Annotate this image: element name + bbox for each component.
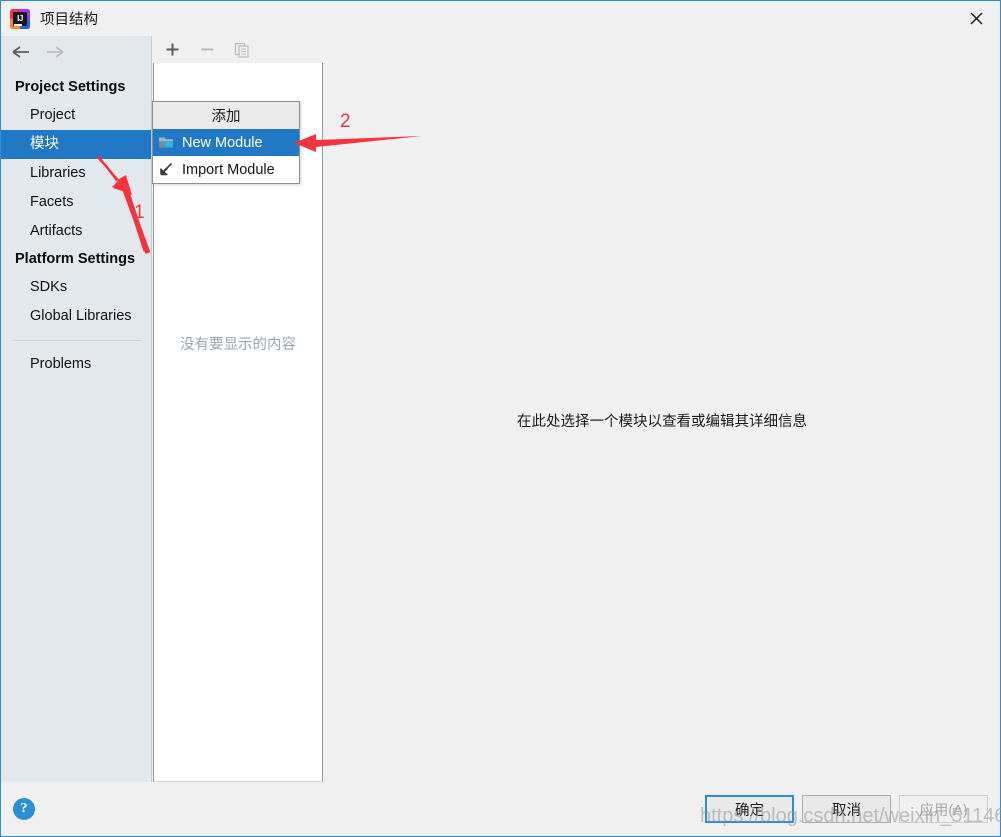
menu-item-label: Import Module xyxy=(182,161,275,178)
help-icon[interactable]: ? xyxy=(13,798,35,820)
sidebar-item-global-libraries[interactable]: Global Libraries xyxy=(1,302,151,331)
apply-button: 应用(A) xyxy=(899,795,988,823)
cancel-button[interactable]: 取消 xyxy=(802,795,891,823)
dialog-footer: ? 确定 取消 应用(A) xyxy=(1,782,1000,836)
empty-state-message: 没有要显示的内容 xyxy=(180,337,296,353)
page-title: 项目结构 xyxy=(40,12,98,28)
title-bar: IJ 项目结构 xyxy=(1,1,1000,36)
intellij-idea-logo-icon: IJ xyxy=(10,8,30,29)
detail-placeholder-text: 在此处选择一个模块以查看或编辑其详细信息 xyxy=(517,414,807,430)
project-structure-dialog: IJ 项目结构 Project Settings Project 模块 Libr… xyxy=(0,0,1001,837)
settings-tree: Project Settings Project 模块 Libraries Fa… xyxy=(1,67,151,379)
sidebar-item-artifacts[interactable]: Artifacts xyxy=(1,217,151,246)
settings-sidebar: Project Settings Project 模块 Libraries Fa… xyxy=(1,36,152,782)
sidebar-item-modules[interactable]: 模块 xyxy=(1,130,151,159)
menu-item-import-module[interactable]: Import Module xyxy=(153,156,299,183)
copy-icon xyxy=(233,41,251,59)
sidebar-divider xyxy=(13,340,141,341)
plus-icon[interactable] xyxy=(163,41,181,59)
annotation-number-2: 2 xyxy=(340,111,351,132)
module-detail-panel: 在此处选择一个模块以查看或编辑其详细信息 xyxy=(324,36,1000,782)
sidebar-item-sdks[interactable]: SDKs xyxy=(1,273,151,302)
menu-item-new-module[interactable]: New Module xyxy=(153,129,299,156)
sidebar-navigation xyxy=(1,36,151,67)
annotation-number-1: 1 xyxy=(134,202,145,223)
menu-item-label: New Module xyxy=(182,134,263,151)
tree-group-project-settings: Project Settings xyxy=(15,79,126,95)
close-icon[interactable] xyxy=(952,1,1000,35)
tree-group-platform-settings: Platform Settings xyxy=(15,251,136,267)
minus-icon xyxy=(198,41,216,59)
arrow-right-icon xyxy=(45,45,65,59)
ok-button[interactable]: 确定 xyxy=(705,795,794,823)
sidebar-item-project[interactable]: Project xyxy=(1,101,151,130)
arrow-left-icon[interactable] xyxy=(11,45,31,59)
dialog-content: Project Settings Project 模块 Libraries Fa… xyxy=(1,36,1000,782)
module-list-toolbar xyxy=(152,36,324,63)
sidebar-item-libraries[interactable]: Libraries xyxy=(1,159,151,188)
new-module-folder-icon xyxy=(158,134,175,151)
dialog-button-group: 确定 取消 应用(A) xyxy=(705,795,988,823)
popup-menu-header: 添加 xyxy=(153,102,299,129)
import-module-arrow-icon xyxy=(158,161,175,178)
add-module-popup-menu: 添加 New Module Import Module xyxy=(152,101,300,184)
sidebar-item-facets[interactable]: Facets xyxy=(1,188,151,217)
sidebar-item-problems[interactable]: Problems xyxy=(1,350,151,379)
